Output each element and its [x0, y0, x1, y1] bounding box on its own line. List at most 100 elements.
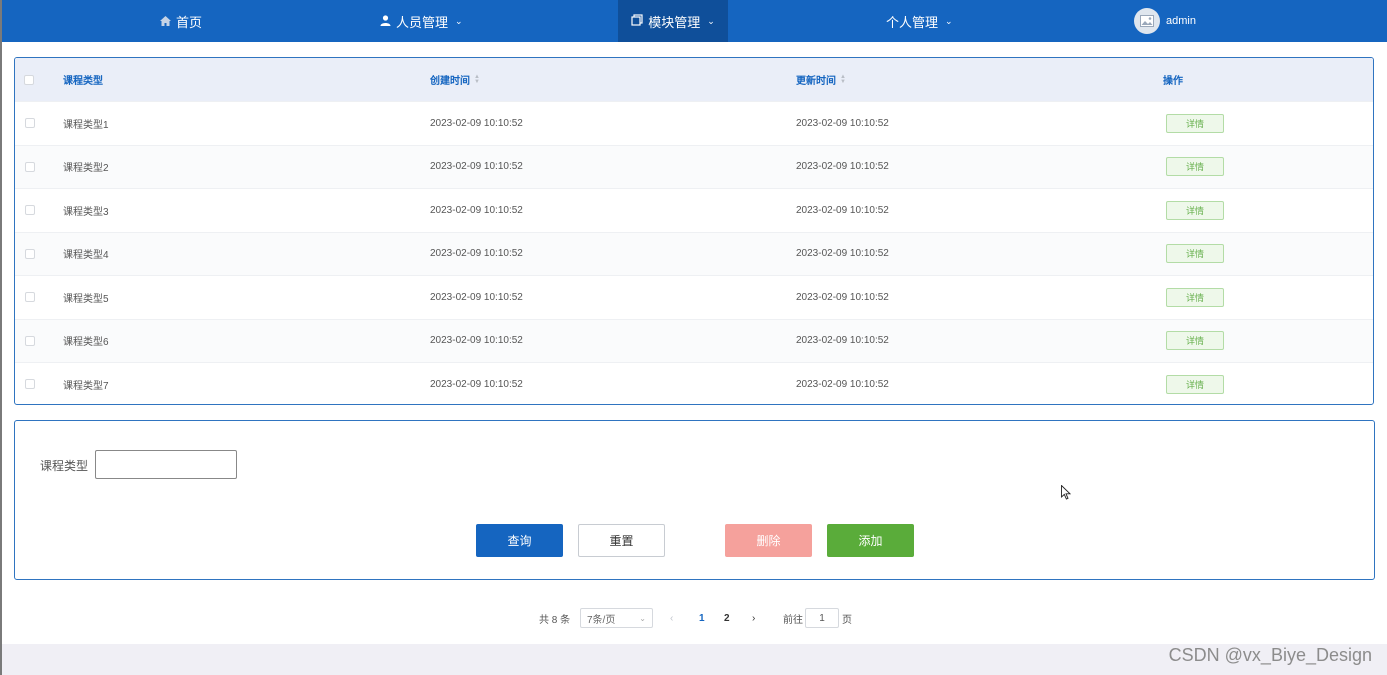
goto-page-input[interactable]: 1 [805, 608, 839, 628]
course-type-cell: 课程类型4 [63, 250, 109, 262]
header-created-label: 创建时间 [430, 76, 470, 87]
nav-personal-label: 个人管理 [886, 14, 939, 30]
course-type-cell: 课程类型5 [63, 293, 109, 305]
action-cell: 详情 [1166, 320, 1224, 363]
row-select-cell [25, 189, 35, 232]
goto-page-value: 1 [819, 612, 825, 624]
page-size-value: 7条/页 [587, 614, 616, 626]
course-type-input[interactable] [95, 450, 237, 479]
add-button[interactable]: 添加 [827, 524, 914, 557]
updated-time-cell: 2023-02-09 10:10:52 [796, 161, 889, 173]
nav-module-label: 模块管理 [648, 14, 701, 30]
course-type-label: 课程类型 [40, 459, 89, 473]
table-row: 课程类型3 2023-02-09 10:10:52 2023-02-09 10:10… [15, 188, 1373, 232]
detail-button[interactable]: 详情 [1166, 374, 1224, 394]
created-time-cell: 2023-02-09 10:10:52 [430, 291, 523, 303]
course-type-cell: 课程类型1 [63, 119, 109, 131]
row-checkbox[interactable] [25, 205, 35, 216]
row-checkbox[interactable] [25, 161, 35, 172]
row-checkbox[interactable] [25, 248, 35, 259]
nav-personal[interactable]: 个人管理 ⌄ [886, 0, 953, 42]
updated-time-cell: 2023-02-09 10:10:52 [796, 204, 889, 216]
detail-button[interactable]: 详情 [1166, 287, 1224, 307]
top-navbar: 首页 人员管理 ⌄ 模块管理 ⌄ 个人管理 ⌄ admin [2, 0, 1387, 42]
home-icon [160, 14, 171, 29]
course-type-cell: 课程类型3 [63, 206, 109, 218]
avatar [1134, 8, 1160, 34]
image-icon [1140, 15, 1154, 27]
action-cell: 详情 [1166, 363, 1224, 404]
header-updated-label: 更新时间 [796, 76, 836, 87]
nav-staff-label: 人员管理 [396, 14, 449, 30]
select-all-checkbox[interactable] [24, 74, 34, 85]
nav-home[interactable]: 首页 [160, 0, 202, 42]
detail-button[interactable]: 详情 [1166, 113, 1224, 133]
header-action: 操作 [1163, 76, 1183, 87]
query-button[interactable]: 查询 [476, 524, 563, 557]
header-created[interactable]: 创建时间 ▲ ▼ [430, 58, 480, 101]
updated-time-cell: 2023-02-09 10:10:52 [796, 335, 889, 347]
created-time-cell: 2023-02-09 10:10:52 [430, 378, 523, 390]
select-all-cell [24, 58, 34, 101]
sort-icon[interactable]: ▲ ▼ [474, 74, 480, 85]
total-count: 共 8 条 [539, 614, 571, 626]
detail-button[interactable]: 详情 [1166, 331, 1224, 351]
row-checkbox[interactable] [25, 379, 35, 390]
updated-time-cell: 2023-02-09 10:10:52 [796, 291, 889, 303]
table-row: 课程类型6 2023-02-09 10:10:52 2023-02-09 10:10… [15, 318, 1373, 363]
action-cell: 详情 [1166, 233, 1224, 276]
chevron-down-icon: ⌄ [707, 15, 715, 26]
created-time-cell: 2023-02-09 10:10:52 [430, 161, 523, 173]
chevron-down-icon: ⌄ [945, 15, 953, 26]
pagination: 共 8 条 7条/页 ⌄ ‹ 1 2 › 前往 1 页 [0, 608, 1387, 628]
data-table: 课程类型 创建时间 ▲ ▼ 更新时间 ▲ ▼ 操作 课程类型1 2023-02-09 … [14, 57, 1374, 405]
action-cell: 详情 [1166, 102, 1224, 145]
row-checkbox[interactable] [25, 335, 35, 346]
page-size-select[interactable]: 7条/页 ⌄ [580, 608, 653, 628]
row-checkbox[interactable] [25, 118, 35, 129]
updated-time-cell: 2023-02-09 10:10:52 [796, 248, 889, 260]
prev-page-icon[interactable]: ‹ [670, 608, 673, 628]
window-left-edge [0, 0, 2, 675]
row-select-cell [25, 102, 35, 145]
page-2[interactable]: 2 [724, 608, 730, 628]
table-row: 课程类型2 2023-02-09 10:10:52 2023-02-09 10:10… [15, 144, 1373, 189]
search-panel: 课程类型 查询 重置 删除 添加 [14, 420, 1375, 580]
nav-home-label: 首页 [176, 14, 203, 30]
reset-button[interactable]: 重置 [578, 524, 665, 557]
page-1[interactable]: 1 [699, 608, 705, 628]
next-page-icon[interactable]: › [752, 608, 755, 628]
watermark: CSDN @vx_Biye_Design [1168, 645, 1372, 665]
chevron-down-icon: ⌄ [639, 613, 646, 623]
chevron-down-icon: ⌄ [455, 15, 463, 26]
table-row: 课程类型1 2023-02-09 10:10:52 2023-02-09 10:10… [15, 101, 1373, 145]
row-checkbox[interactable] [25, 292, 35, 303]
username: admin [1166, 15, 1196, 27]
detail-button[interactable]: 详情 [1166, 244, 1224, 264]
row-select-cell [25, 320, 35, 363]
mouse-cursor-icon [1061, 484, 1072, 505]
nav-module[interactable]: 模块管理 ⌄ [618, 0, 728, 42]
updated-time-cell: 2023-02-09 10:10:52 [796, 117, 889, 129]
course-type-cell: 课程类型7 [63, 380, 109, 392]
detail-button[interactable]: 详情 [1166, 200, 1224, 220]
goto-suffix: 页 [842, 614, 852, 626]
action-cell: 详情 [1166, 189, 1224, 232]
header-updated[interactable]: 更新时间 ▲ ▼ [796, 58, 846, 101]
table-body: 课程类型1 2023-02-09 10:10:52 2023-02-09 10:10… [15, 101, 1373, 404]
user-menu[interactable]: admin [1134, 0, 1196, 42]
table-row: 课程类型4 2023-02-09 10:10:52 2023-02-09 10:10… [15, 231, 1373, 276]
created-time-cell: 2023-02-09 10:10:52 [430, 248, 523, 260]
nav-staff[interactable]: 人员管理 ⌄ [380, 0, 463, 42]
table-header: 课程类型 创建时间 ▲ ▼ 更新时间 ▲ ▼ 操作 [15, 58, 1373, 101]
updated-time-cell: 2023-02-09 10:10:52 [796, 378, 889, 390]
table-row: 课程类型7 2023-02-09 10:10:52 2023-02-09 10:10… [15, 362, 1373, 404]
course-type-cell: 课程类型2 [63, 163, 109, 175]
delete-button[interactable]: 删除 [725, 524, 812, 557]
row-select-cell [25, 233, 35, 276]
action-cell: 详情 [1166, 146, 1224, 189]
row-select-cell [25, 276, 35, 319]
detail-button[interactable]: 详情 [1166, 157, 1224, 177]
goto-prefix: 前往 [783, 614, 803, 626]
sort-icon[interactable]: ▲ ▼ [840, 74, 846, 85]
